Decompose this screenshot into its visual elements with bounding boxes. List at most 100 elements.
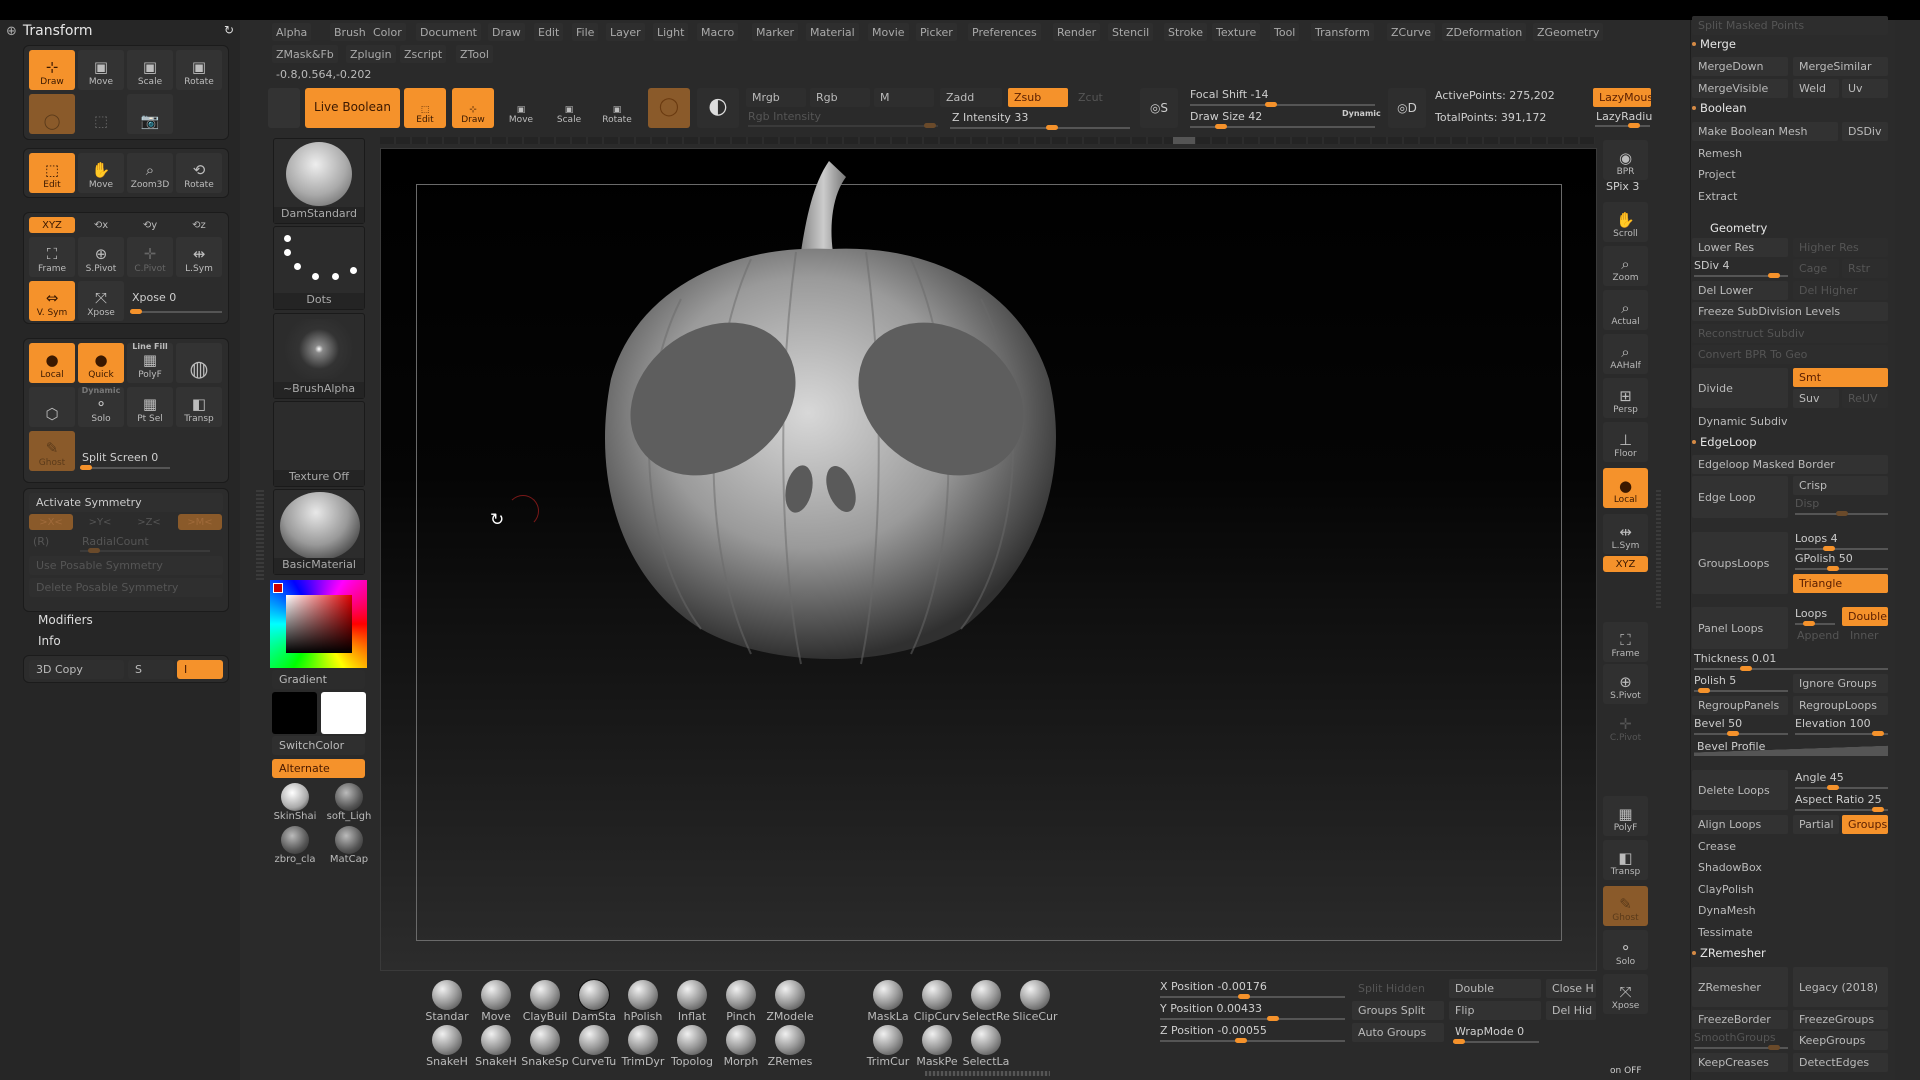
brush-slicecur[interactable]: SliceCur (1011, 980, 1059, 1026)
menu-brush[interactable]: Brush (330, 23, 370, 41)
menu-draw[interactable]: Draw (488, 23, 525, 41)
right-local-button[interactable]: ● Local (1603, 468, 1648, 508)
shelf-move-button[interactable]: ▣ Move (500, 88, 542, 128)
crease-subpalette[interactable]: Crease (1692, 837, 1888, 856)
lazyradius-slider[interactable] (1595, 123, 1650, 128)
right-bpr-button[interactable]: ◉ BPR (1603, 140, 1648, 180)
panel-loops-count-slider[interactable] (1795, 621, 1835, 626)
regroup-loops-button[interactable]: RegroupLoops (1793, 696, 1888, 715)
texture-thumbnail[interactable]: Texture Off (273, 401, 365, 487)
menu-zcurve[interactable]: ZCurve (1387, 23, 1435, 41)
loops4-slider-knob[interactable] (1823, 546, 1836, 551)
polypaint-sphere-button[interactable]: ◍ (176, 343, 222, 383)
mrgb-toggle[interactable]: Mrgb (746, 88, 806, 107)
rotate-x-toggle[interactable]: ⟲x (78, 217, 124, 233)
stroke-thumbnail[interactable]: Dots (273, 226, 365, 310)
menu-ztool[interactable]: ZTool (456, 45, 493, 63)
radial-count-knob[interactable] (88, 548, 100, 553)
right-persp-button[interactable]: ⊞ Persp (1603, 378, 1648, 418)
main-color-swatch[interactable] (273, 583, 283, 593)
solo-button[interactable]: Dynamic ⚬ Solo (78, 386, 124, 427)
elevation-slider-knob[interactable] (1871, 731, 1884, 736)
right-aahalf-button[interactable]: ⌕ AAHalf (1603, 334, 1648, 374)
groups-toggle[interactable]: Groups (1842, 815, 1888, 834)
material-swatch[interactable]: zbro_cla (272, 826, 318, 868)
material-swatch[interactable]: soft_Ligh (326, 783, 372, 825)
document-canvas[interactable]: ↻ (380, 148, 1597, 971)
align-loops-button[interactable]: Align Loops (1692, 815, 1788, 834)
convert-bpr-button[interactable]: Convert BPR To Geo (1692, 345, 1888, 364)
zsub-toggle[interactable]: Zsub (1008, 88, 1068, 107)
shadowbox-subpalette[interactable]: ShadowBox (1692, 858, 1888, 877)
rstr-button[interactable]: Rstr (1842, 259, 1888, 278)
tray-divider-handle[interactable] (256, 490, 264, 580)
brush-zmodele[interactable]: ZModele (766, 980, 814, 1026)
menu-edit[interactable]: Edit (534, 23, 564, 41)
mergevisible-button[interactable]: MergeVisible (1692, 79, 1788, 98)
secondary-color-swatch[interactable] (321, 692, 366, 734)
brush-inflat[interactable]: Inflat (668, 980, 716, 1026)
smt-toggle[interactable]: Smt (1793, 368, 1888, 387)
rgb-intensity-slider[interactable] (748, 123, 938, 128)
disp-slider[interactable] (1795, 511, 1888, 516)
rgb-toggle[interactable]: Rgb (810, 88, 870, 107)
brush-clipcurv[interactable]: ClipCurv (913, 980, 961, 1026)
switch-color-button[interactable]: SwitchColor (272, 736, 365, 755)
menu-color[interactable]: Color (369, 23, 406, 41)
menu-document[interactable]: Document (416, 23, 481, 41)
y-position-knob[interactable] (1267, 1016, 1279, 1021)
panel-loops-count-slider-knob[interactable] (1803, 621, 1816, 626)
lazymouse-toggle[interactable]: LazyMous (1593, 88, 1651, 107)
tessimate-subpalette[interactable]: Tessimate (1692, 923, 1888, 942)
reuv-toggle[interactable]: ReUV (1842, 389, 1888, 408)
auto-groups-button[interactable]: Auto Groups (1352, 1023, 1444, 1042)
edit-button[interactable]: ⬚ Edit (29, 153, 75, 193)
menu-layer[interactable]: Layer (606, 23, 645, 41)
angle-slider-knob[interactable] (1827, 785, 1840, 790)
gpolish-slider[interactable] (1795, 566, 1888, 571)
freezegroups-toggle[interactable]: FreezeGroups (1793, 1010, 1888, 1029)
rotate-view-button[interactable]: ⟲ Rotate (176, 153, 222, 193)
brush-maskpe[interactable]: MaskPe (913, 1025, 961, 1071)
right-cpivot-button[interactable]: ✛ C.Pivot (1603, 706, 1648, 746)
smoothgroups-slider[interactable] (1694, 1045, 1788, 1050)
modifiers-subpalette[interactable]: Modifiers (38, 613, 93, 627)
menu-movie[interactable]: Movie (868, 23, 909, 41)
polish-slider-knob[interactable] (1698, 688, 1711, 693)
del-higher-button[interactable]: Del Higher (1793, 281, 1888, 300)
alternate-toggle[interactable]: Alternate (272, 759, 365, 778)
dynamic-subdiv-subpalette[interactable]: Dynamic Subdiv (1692, 412, 1888, 431)
copy-s-button[interactable]: S (128, 660, 174, 679)
polyframe-button[interactable]: Line Fill ▦ PolyF (127, 342, 173, 383)
bevel-slider[interactable] (1694, 731, 1788, 736)
xpose-slider[interactable] (130, 309, 222, 314)
gpolish-slider-knob[interactable] (1827, 566, 1840, 571)
cpivot-button[interactable]: ✛ C.Pivot (127, 237, 173, 277)
mergedown-button[interactable]: MergeDown (1692, 57, 1788, 76)
y-position-slider[interactable] (1160, 1016, 1345, 1021)
radial-toggle[interactable]: (R) (33, 535, 49, 548)
live-boolean-button[interactable]: Live Boolean (305, 88, 400, 128)
menu-zplugin[interactable]: Zplugin (346, 45, 396, 63)
double-button[interactable]: Double (1449, 979, 1541, 998)
frame-button[interactable]: ⛶ Frame (29, 237, 75, 277)
right-frame-button[interactable]: ⛶ Frame (1603, 622, 1648, 662)
z-position-slider[interactable] (1160, 1038, 1345, 1043)
z-position-knob[interactable] (1235, 1038, 1247, 1043)
dynamic-toggle[interactable]: Dynamic (1342, 109, 1381, 118)
append-toggle[interactable]: Append (1797, 629, 1839, 642)
sculptris-button[interactable]: ◐ (697, 88, 739, 128)
dsdiv-button[interactable]: DSDiv (1842, 122, 1888, 141)
sym-y-toggle[interactable]: >Y< (78, 514, 122, 530)
shelf-draw-button[interactable]: ⊹ Draw (452, 88, 494, 128)
lazyradius-knob[interactable] (1628, 123, 1640, 128)
focal-shift-knob[interactable] (1265, 102, 1277, 107)
del-hidden-button[interactable]: Del Hid (1546, 1001, 1596, 1020)
activate-symmetry-button[interactable]: Activate Symmetry (29, 493, 223, 512)
on-off-toggle[interactable]: on OFF (1610, 1066, 1642, 1076)
keepcreases-toggle[interactable]: KeepCreases (1692, 1053, 1788, 1072)
copy-i-button[interactable]: I (177, 660, 223, 679)
edit-pivot-button[interactable]: ⬚ (78, 94, 124, 134)
claypolish-subpalette[interactable]: ClayPolish (1692, 880, 1888, 899)
aspect-ratio-slider-knob[interactable] (1871, 807, 1884, 812)
